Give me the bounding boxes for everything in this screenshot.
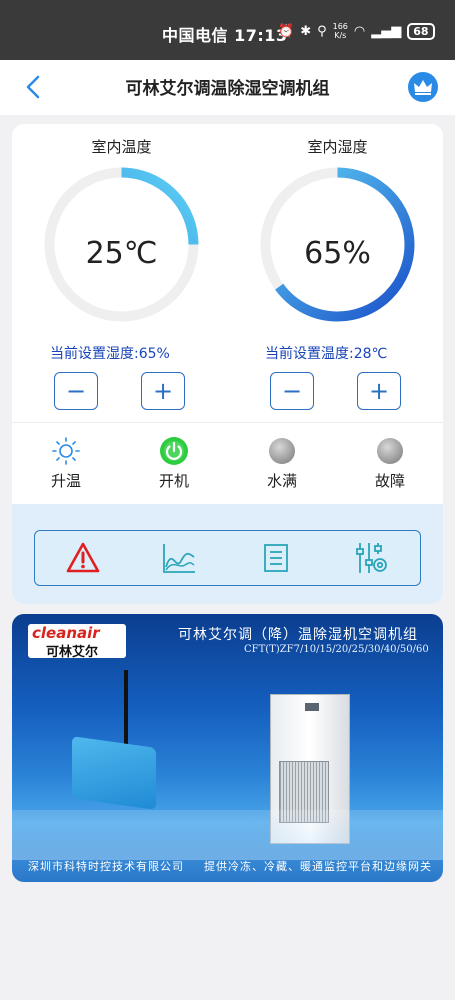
crown-icon xyxy=(414,80,432,95)
nav-bar: 可林艾尔调温除湿空调机组 xyxy=(0,60,455,115)
records-button[interactable] xyxy=(256,538,296,578)
status-heating: 升温 xyxy=(31,436,101,491)
status-water-full: 水满 xyxy=(247,436,317,491)
brand-logo: cleanair 可林艾尔 xyxy=(28,624,126,660)
current-setting-temperature: 当前设置温度:28℃ xyxy=(265,346,388,362)
wifi-icon: ◠ xyxy=(353,23,366,39)
signal-icon: ▂▄▆ xyxy=(371,23,402,39)
power-icon xyxy=(160,437,188,465)
page-title: 可林艾尔调温除湿空调机组 xyxy=(125,79,330,99)
water-reflection xyxy=(12,810,443,860)
tool-panel xyxy=(12,504,443,604)
vip-button[interactable] xyxy=(408,72,438,102)
status-label: 升温 xyxy=(50,472,81,490)
alarm-warning-icon xyxy=(66,542,100,573)
indicator-dot-icon xyxy=(269,438,295,464)
gauge-label: 室内湿度 xyxy=(307,138,368,156)
document-list-icon xyxy=(263,544,288,572)
unit-control-panel xyxy=(305,703,319,711)
current-setting-humidity: 当前设置湿度:65% xyxy=(50,346,170,362)
status-icons: ⏰ ✱ ⚲ 166 K/s ◠ ▂▄▆ 68 xyxy=(278,22,435,40)
temperature-decrease-button[interactable]: − xyxy=(270,372,314,410)
banner-title: 可林艾尔调（降）温除湿机空调机组 xyxy=(178,627,418,643)
location-icon: ⚲ xyxy=(317,23,327,39)
banner-slogan: 提供冷冻、冷藏、暖通监控平台和边缘网关 xyxy=(204,860,432,873)
network-speed-unit: K/s xyxy=(334,31,347,40)
gauge-label: 室内温度 xyxy=(91,138,152,156)
network-speed: 166 K/s xyxy=(333,22,348,40)
line-chart-icon xyxy=(163,544,196,573)
alarm-clock-icon: ⏰ xyxy=(278,23,295,39)
network-speed-value: 166 xyxy=(332,22,348,31)
status-bar: 中国电信 17:13 ⏰ ✱ ⚲ 166 K/s ◠ ▂▄▆ 68 xyxy=(0,0,455,60)
gateway-device-image xyxy=(72,736,156,810)
battery-indicator: 68 xyxy=(407,22,435,40)
carrier-time: 中国电信 17:13 xyxy=(162,26,288,45)
indicator-dot-icon xyxy=(377,438,403,464)
status-label: 水满 xyxy=(266,472,297,490)
sun-icon xyxy=(52,437,80,465)
status-fault: 故障 xyxy=(355,436,425,491)
gauge-value: 65% xyxy=(304,236,371,271)
alarm-button[interactable] xyxy=(63,538,103,578)
chart-button[interactable] xyxy=(159,538,199,578)
logo-text-en: cleanair xyxy=(32,624,100,642)
gauge-value: 25℃ xyxy=(85,236,158,271)
temperature-increase-button[interactable]: + xyxy=(357,372,401,410)
status-label: 故障 xyxy=(374,472,405,490)
settings-sliders-icon xyxy=(355,543,387,573)
status-label: 开机 xyxy=(158,472,189,490)
humidity-gauge: 室内湿度 65% xyxy=(255,136,420,327)
temperature-gauge: 室内温度 25℃ xyxy=(39,136,204,327)
settings-button[interactable] xyxy=(352,538,392,578)
product-banner[interactable]: cleanair 可林艾尔 可林艾尔调（降）温除湿机空调机组 CFT(T)ZF7… xyxy=(12,614,443,882)
antenna-image xyxy=(124,670,128,744)
humidity-increase-button[interactable]: + xyxy=(141,372,185,410)
bluetooth-icon: ✱ xyxy=(300,23,312,39)
toolbar xyxy=(34,530,421,586)
control-card: 室内温度 25℃ 室内湿度 65% 当前设置湿度:65% 当前设置温度:28℃ … xyxy=(12,124,443,604)
logo-text-cn: 可林艾尔 xyxy=(46,645,99,660)
humidity-decrease-button[interactable]: − xyxy=(54,372,98,410)
status-power: 开机 xyxy=(139,436,209,491)
banner-company: 深圳市科特时控技术有限公司 xyxy=(28,860,184,873)
banner-model: CFT(T)ZF7/10/15/20/25/30/40/50/60 xyxy=(244,644,429,655)
divider xyxy=(12,422,443,423)
